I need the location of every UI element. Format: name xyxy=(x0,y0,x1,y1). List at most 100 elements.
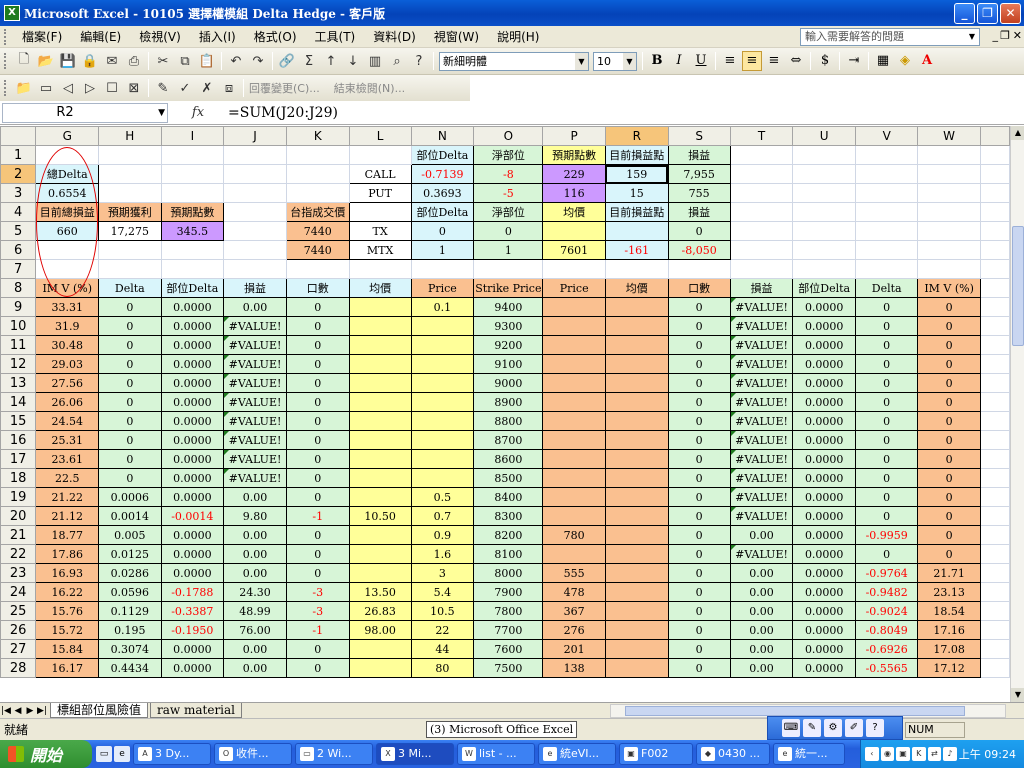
cell[interactable] xyxy=(979,468,1010,488)
menu-file[interactable]: 檔案(F) xyxy=(13,28,71,45)
table-cell[interactable]: 15.76 xyxy=(35,601,100,621)
table-cell[interactable]: 0.0000 xyxy=(792,430,857,450)
cell[interactable] xyxy=(729,202,794,222)
sheet-tab-raw-material[interactable]: raw material xyxy=(150,703,243,718)
table-cell[interactable]: 0.005 xyxy=(98,525,162,545)
table-cell[interactable] xyxy=(604,411,669,431)
table-cell[interactable] xyxy=(348,449,412,469)
table-cell[interactable]: 0 xyxy=(285,297,350,317)
table-cell[interactable]: 0 xyxy=(285,544,350,564)
table-cell[interactable]: 0.0000 xyxy=(160,335,225,355)
cell[interactable]: 17,275 xyxy=(98,221,162,241)
cell[interactable] xyxy=(979,525,1010,545)
menu-format[interactable]: 格式(O) xyxy=(245,28,306,45)
cell[interactable] xyxy=(35,259,100,279)
cell[interactable]: 0.3693 xyxy=(410,183,475,203)
cell[interactable]: 0 xyxy=(667,221,731,241)
comment-prev-icon[interactable]: ◁ xyxy=(58,78,78,98)
chevron-down-icon[interactable]: ▼ xyxy=(575,52,588,70)
toolbar-grip[interactable] xyxy=(4,80,9,96)
cell[interactable] xyxy=(604,259,669,279)
table-cell[interactable]: 0.0286 xyxy=(98,563,162,583)
table-cell[interactable]: 0 xyxy=(917,449,981,469)
cell[interactable] xyxy=(160,183,225,203)
table-cell[interactable]: 9.80 xyxy=(223,506,287,526)
table-cell[interactable]: 0.0000 xyxy=(160,430,225,450)
table-cell[interactable]: 0.00 xyxy=(223,563,287,583)
table-cell[interactable]: 0 xyxy=(285,411,350,431)
cell[interactable] xyxy=(285,183,350,203)
row-header[interactable]: 15 xyxy=(0,411,37,431)
table-cell[interactable]: 0.5 xyxy=(410,487,475,507)
cell[interactable] xyxy=(979,202,1010,222)
table-cell[interactable]: #VALUE! xyxy=(223,316,287,336)
cell[interactable] xyxy=(792,164,857,184)
table-cell[interactable] xyxy=(348,392,412,412)
table-cell[interactable] xyxy=(604,430,669,450)
table-cell[interactable] xyxy=(348,354,412,374)
table-cell[interactable] xyxy=(542,487,606,507)
table-cell[interactable]: #VALUE! xyxy=(729,430,794,450)
table-cell[interactable]: 0 xyxy=(917,411,981,431)
column-header[interactable]: N xyxy=(410,126,475,146)
table-cell[interactable]: 0.1129 xyxy=(98,601,162,621)
row-header[interactable]: 9 xyxy=(0,297,37,317)
table-cell[interactable]: 1.6 xyxy=(410,544,475,564)
cell[interactable] xyxy=(160,164,225,184)
task-list[interactable]: Wlist - ... xyxy=(457,743,535,765)
cell[interactable]: -0.7139 xyxy=(410,164,475,184)
select-all-corner[interactable] xyxy=(0,126,37,146)
table-cell[interactable]: 26.83 xyxy=(348,601,412,621)
language-bar[interactable]: ⌨ ✎ ⚙ ✐ ? xyxy=(767,716,903,740)
table-cell[interactable]: 23.61 xyxy=(35,449,100,469)
table-cell[interactable]: 17.08 xyxy=(917,639,981,659)
table-cell[interactable]: 0 xyxy=(285,639,350,659)
table-cell[interactable]: 0 xyxy=(285,468,350,488)
cell[interactable] xyxy=(979,164,1010,184)
row-header[interactable]: 27 xyxy=(0,639,37,659)
cell[interactable]: -8,050 xyxy=(667,240,731,260)
cell[interactable] xyxy=(223,259,287,279)
comment-next-icon[interactable]: ▷ xyxy=(80,78,100,98)
table-cell[interactable]: 24.30 xyxy=(223,582,287,602)
table-cell[interactable] xyxy=(348,297,412,317)
table-cell[interactable]: 16.22 xyxy=(35,582,100,602)
close-button[interactable]: ✕ xyxy=(1000,3,1021,24)
save-icon[interactable]: 💾 xyxy=(58,51,78,71)
row-header[interactable]: 13 xyxy=(0,373,37,393)
prev-sheet-icon[interactable]: ◀ xyxy=(12,706,24,716)
table-cell[interactable] xyxy=(348,430,412,450)
help-icon[interactable]: ? xyxy=(409,51,429,71)
table-cell[interactable]: 0 xyxy=(98,297,162,317)
table-cell[interactable] xyxy=(604,525,669,545)
column-header[interactable]: I xyxy=(160,126,225,146)
menu-data[interactable]: 資料(D) xyxy=(364,28,425,45)
cell[interactable] xyxy=(979,544,1010,564)
table-cell[interactable]: 0 xyxy=(855,430,919,450)
table-cell[interactable] xyxy=(410,335,475,355)
cell[interactable] xyxy=(792,202,857,222)
table-cell[interactable] xyxy=(604,373,669,393)
row-header[interactable]: 3 xyxy=(0,183,37,203)
cell[interactable] xyxy=(729,183,794,203)
cell[interactable]: 7,955 xyxy=(667,164,731,184)
cell[interactable] xyxy=(348,202,412,222)
table-cell[interactable]: #VALUE! xyxy=(729,468,794,488)
row-header[interactable]: 25 xyxy=(0,601,37,621)
table-cell[interactable]: 0.0000 xyxy=(160,487,225,507)
table-cell[interactable]: 0.00 xyxy=(729,582,794,602)
cell[interactable] xyxy=(542,259,606,279)
table-cell[interactable]: 27.56 xyxy=(35,373,100,393)
row-header[interactable]: 7 xyxy=(0,259,37,279)
settings-icon[interactable]: ⚙ xyxy=(824,719,842,737)
cell[interactable]: 損益 xyxy=(667,145,731,165)
table-cell[interactable]: 0.9 xyxy=(410,525,475,545)
table-cell[interactable]: 8600 xyxy=(473,449,544,469)
table-cell[interactable]: 0 xyxy=(667,639,731,659)
toolbar-grip[interactable] xyxy=(4,53,9,69)
table-cell[interactable]: 0 xyxy=(667,335,731,355)
menu-edit[interactable]: 編輯(E) xyxy=(71,28,130,45)
table-cell[interactable]: -0.3387 xyxy=(160,601,225,621)
excel-icon[interactable]: X xyxy=(4,5,20,21)
table-cell[interactable] xyxy=(604,449,669,469)
